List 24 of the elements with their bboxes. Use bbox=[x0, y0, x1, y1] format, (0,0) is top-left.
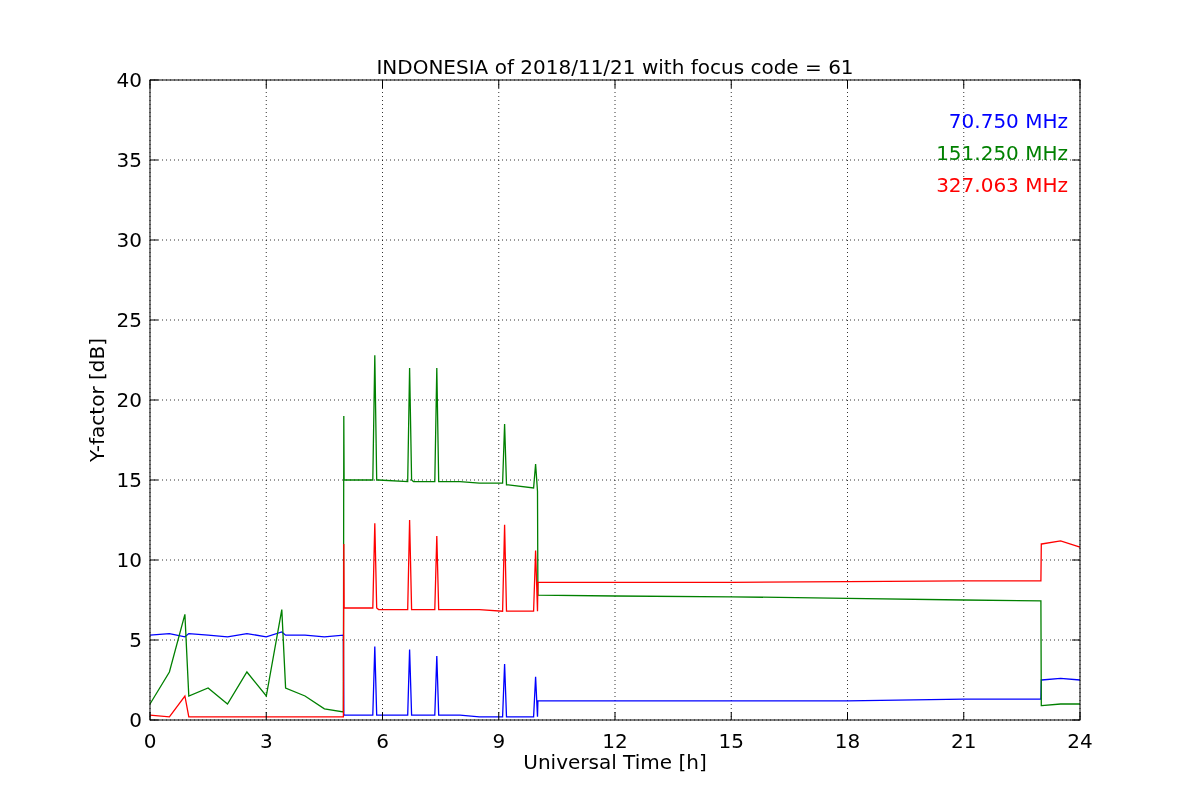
legend-label: 70.750 MHz bbox=[948, 109, 1068, 133]
y-tick-label: 15 bbox=[116, 468, 142, 492]
y-tick-label: 20 bbox=[116, 388, 142, 412]
y-tick-label: 35 bbox=[116, 148, 142, 172]
x-tick-label: 3 bbox=[259, 729, 273, 753]
x-tick-label: 9 bbox=[492, 729, 506, 753]
y-axis-label: Y-factor [dB] bbox=[85, 338, 109, 462]
x-tick-label: 12 bbox=[602, 729, 628, 753]
x-tick-label: 24 bbox=[1067, 729, 1093, 753]
chart-title: INDONESIA of 2018/11/21 with focus code = 61 bbox=[376, 55, 854, 79]
y-tick-label: 5 bbox=[129, 628, 142, 652]
x-tick-label: 18 bbox=[834, 729, 861, 753]
y-tick-label: 30 bbox=[116, 228, 142, 252]
y-tick-label: 10 bbox=[116, 548, 142, 572]
y-tick-label: 40 bbox=[116, 68, 142, 92]
x-tick-label: 0 bbox=[143, 729, 157, 753]
x-tick-label: 6 bbox=[376, 729, 389, 753]
x-axis-label: Universal Time [h] bbox=[523, 750, 707, 774]
x-tick-label: 15 bbox=[718, 729, 744, 753]
x-tick-label: 21 bbox=[951, 729, 977, 753]
legend-label: 151.250 MHz bbox=[936, 141, 1068, 165]
y-tick-label: 25 bbox=[116, 308, 142, 332]
legend-label: 327.063 MHz bbox=[936, 173, 1068, 197]
y-tick-label: 0 bbox=[129, 708, 142, 732]
